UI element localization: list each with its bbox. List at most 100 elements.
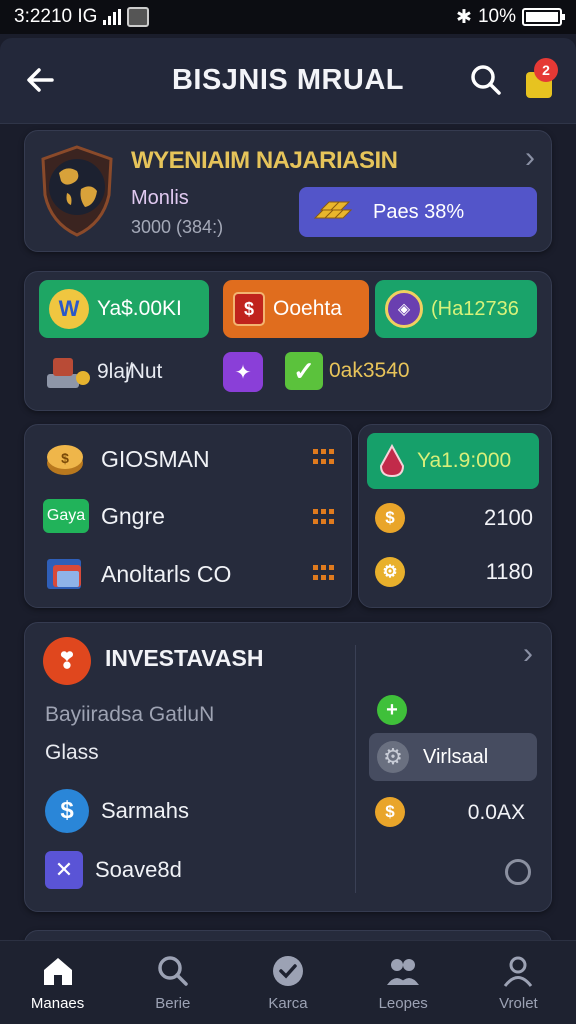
svg-text:$: $ [61,450,69,466]
value-row: ⚙ 1180 [375,557,533,587]
search-icon [158,956,188,986]
bluetooth-icon: ✱ [456,6,472,28]
home-icon [43,958,72,985]
check-badge-icon [273,956,303,986]
wallet-pill-2-label: Ooehta [273,297,342,320]
wallet-pill-2[interactable]: $ Ooehta [223,280,369,338]
invest-card: ❣ INVESTAVASH › Bayiiradsa GatluN Glass … [24,622,552,912]
profile-value: 3000 (384:) [131,217,224,237]
close-square-icon: ✕ [45,851,83,889]
seal-badge-icon: ◈ [385,290,423,328]
status-right: ✱ 10% [456,6,565,29]
battery-icon [522,8,565,26]
wallet-pill-1[interactable]: W Ya$.00KI [39,280,209,338]
invest-divider [355,645,356,893]
arrow-left-icon [27,68,54,92]
gold-bars-icon [313,201,353,219]
invest-title: INVESTAVASH [105,645,264,671]
invest-subtitle: Bayiiradsa GatluN [45,703,215,726]
nav-label: Leopes [378,995,428,1012]
row2-item-1-label: 9laj̸Nut [97,360,163,383]
status-bar: 3:2210 IG ✱ 10% [0,0,576,34]
cards-stack-icon [43,553,89,595]
add-icon[interactable]: + [377,695,407,725]
gallery-notification-icon [127,7,150,27]
wallet-pill-3-label: (Ha12736 [431,297,519,320]
asset-list-card: $ GIOSMAN Gaya Gngre Anoltarls CO [24,424,352,608]
grid-menu-icon[interactable] [313,449,335,467]
list-item-label: Anoltarls CO [101,560,232,587]
nav-item-profile[interactable]: Vrolet [461,941,576,1024]
profile-card[interactable]: WYENIAIM NAJARIASIN Monlis 3000 (384:) ›… [24,130,552,252]
invest-row[interactable]: $ Sarmahs [45,789,189,833]
wallet-pill-3[interactable]: ◈ (Ha12736 [375,280,537,338]
ticket-icon: ✦ [223,352,263,392]
invest-row[interactable]: ✕ Soave8d [45,851,182,889]
tag-badge: Gaya [43,499,89,533]
gear-icon: ⚙ [377,741,409,773]
row2-item-1[interactable]: 9laj̸Nut [43,352,162,392]
nav-label: Manaes [30,995,85,1012]
user-icon [504,956,533,987]
machine-icon [43,352,91,392]
page-title: BISJNIS MRUAL [171,64,405,96]
cart-button[interactable]: 2 [518,58,558,102]
row2-item-3-label: 0ak3540 [329,359,410,382]
list-item[interactable]: Gaya Gngre [43,499,165,533]
value-row-amount: 2100 [484,505,533,530]
invest-amount: 0.0AX [467,801,525,824]
pass-progress-button[interactable]: Paes 38% [299,187,537,237]
nav-label: Berie [155,995,191,1012]
dollar-gear-icon: $ [45,789,89,833]
wallet-pill-1-label: Ya$.00KI [97,297,182,320]
checkbox-icon: ✓ [285,352,323,390]
values-card: Ya1.9:000 $ 2100 ⚙ 1180 [358,424,552,608]
virtual-button[interactable]: ⚙ Virlsaal [369,733,537,781]
people-icon [387,959,420,985]
search-icon [471,65,501,95]
radio-icon[interactable] [505,859,531,885]
status-time: 3:2210 IG [14,6,98,27]
virtual-button-label: Virlsaal [423,745,489,768]
invest-logo-icon: ❣ [43,637,91,685]
nav-item-search[interactable]: Berie [115,941,230,1024]
profile-label: Monlis [131,187,189,209]
nav-item-people[interactable]: Leopes [346,941,461,1024]
nav-item-badge[interactable]: Karca [230,941,345,1024]
value-pill[interactable]: Ya1.9:000 [367,433,539,489]
list-item[interactable]: Anoltarls CO [43,553,231,595]
grid-menu-icon[interactable] [313,509,335,527]
value-row-amount: 1180 [485,559,533,584]
cart-badge: 2 [534,58,558,82]
back-button[interactable] [20,60,60,100]
gear-coin-icon: ⚙ [375,557,405,587]
list-item-label: Gngre [101,502,165,529]
ruby-drop-icon [379,444,405,478]
bottom-nav: Manaes Berie Karca Leopes Vrolet [0,940,576,1024]
dollar-coin-icon: $ [375,797,405,827]
list-item[interactable]: $ GIOSMAN [43,439,210,479]
status-left: 3:2210 IG [14,6,150,28]
invest-row-label: Soave8d [95,857,182,882]
nav-label: Vrolet [499,995,538,1012]
chevron-right-icon[interactable]: › [523,637,533,671]
battery-percent: 10% [477,6,516,27]
invest-row-label: Sarmahs [101,798,190,823]
gold-coins-icon: $ [43,439,89,479]
profile-title: WYENIAIM NAJARIASIN [131,147,398,174]
dollar-badge-icon: $ [233,292,265,326]
chevron-right-icon[interactable]: › [525,141,535,175]
row2-item-3[interactable]: ✓ 0ak3540 [285,352,410,390]
globe-shield-icon [41,145,113,237]
search-button[interactable] [468,62,504,98]
list-item-label: GIOSMAN [101,445,210,472]
nav-item-home[interactable]: Manaes [0,941,115,1024]
row2-item-2[interactable]: ✦ [223,352,263,392]
app-header: BISJNIS MRUAL 2 [0,38,576,124]
grid-menu-icon[interactable] [313,565,335,583]
nav-label: Karca [268,995,308,1012]
wallets-card: W Ya$.00KI $ Ooehta ◈ (Ha12736 9laj̸Nut … [24,271,552,411]
value-row: $ 2100 [375,503,533,533]
dollar-coin-icon: $ [375,503,405,533]
value-pill-label: Ya1.9:000 [417,449,512,472]
